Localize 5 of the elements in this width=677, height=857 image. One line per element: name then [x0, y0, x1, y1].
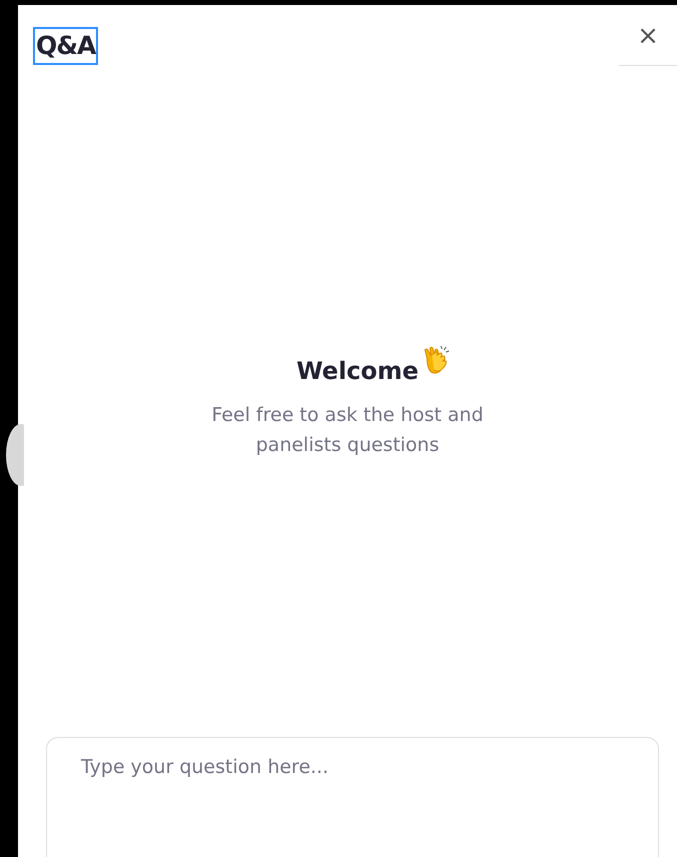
welcome-message: Feel free to ask the host and panelists questions — [210, 403, 484, 458]
close-button[interactable]: × — [633, 21, 663, 51]
question-field[interactable]: Type your question here... — [46, 737, 659, 857]
panel-title: Q&A — [33, 27, 98, 65]
welcome-heading: Welcome — [296, 356, 419, 386]
